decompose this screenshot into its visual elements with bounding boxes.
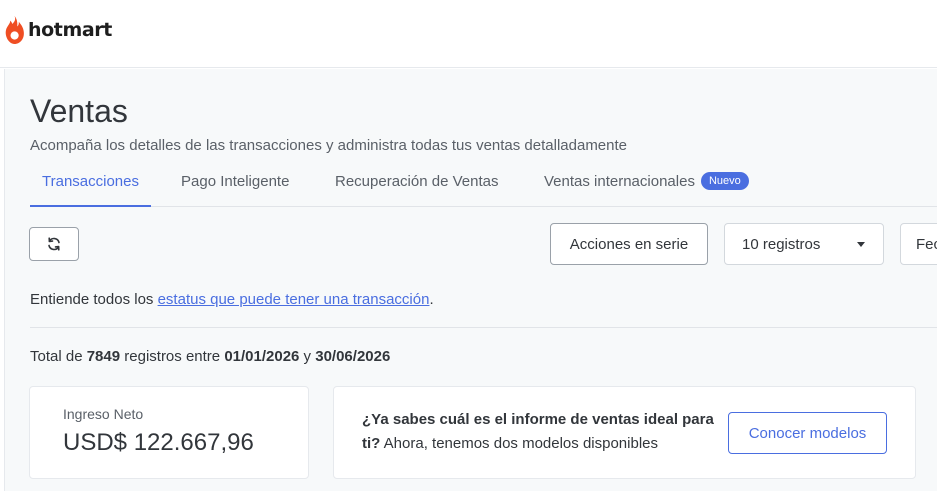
- tab-label: Ventas internacionales: [544, 173, 695, 190]
- status-info: Entiende todos los estatus que puede ten…: [30, 291, 434, 308]
- conocer-modelos-button[interactable]: Conocer modelos: [728, 412, 887, 454]
- status-info-prefix: Entiende todos los: [30, 291, 158, 308]
- page-subtitle: Acompaña los detalles de las transaccion…: [30, 137, 628, 154]
- refresh-button[interactable]: [29, 227, 79, 261]
- net-income-label: Ingreso Neto: [63, 406, 144, 422]
- totals-middle: registros entre: [120, 348, 225, 365]
- date-filter-button[interactable]: Fecha: [900, 223, 937, 265]
- date-from: 01/01/2026: [224, 348, 300, 365]
- tab-recuperacion-ventas[interactable]: Recuperación de Ventas: [323, 167, 510, 207]
- brand-name: hotmart: [28, 19, 112, 41]
- tab-ventas-internacionales[interactable]: Ventas internacionales Nuevo: [532, 167, 761, 207]
- tabs: Transacciones Pago Inteligente Recuperac…: [30, 167, 937, 207]
- records-per-page-select[interactable]: 10 registros: [724, 223, 884, 265]
- promo-text: ¿Ya sabes cuál es el informe de ventas i…: [362, 408, 732, 456]
- records-select-value: 10 registros: [742, 235, 821, 253]
- totals-prefix: Total de: [30, 348, 87, 365]
- report-models-card: ¿Ya sabes cuál es el informe de ventas i…: [333, 386, 916, 479]
- tab-label: Transacciones: [42, 173, 139, 190]
- page-title: Ventas: [30, 93, 128, 129]
- tab-label: Recuperación de Ventas: [335, 173, 499, 190]
- refresh-icon: [48, 237, 60, 251]
- new-badge: Nuevo: [700, 172, 749, 190]
- top-bar: hotmart: [0, 0, 937, 68]
- bulk-actions-button[interactable]: Acciones en serie: [550, 223, 708, 265]
- net-income-value: USD$ 122.667,96: [63, 429, 254, 456]
- date-to: 30/06/2026: [315, 348, 391, 365]
- caret-down-icon: [857, 242, 865, 247]
- status-info-link[interactable]: estatus que puede tener una transacción: [158, 291, 430, 308]
- totals-joiner: y: [299, 348, 316, 365]
- promo-description: Ahora, tenemos dos modelos disponibles: [380, 435, 658, 452]
- hotmart-logo[interactable]: hotmart: [4, 14, 112, 46]
- tab-pago-inteligente[interactable]: Pago Inteligente: [169, 167, 301, 207]
- tab-label: Pago Inteligente: [181, 173, 290, 190]
- total-records-count: 7849: [86, 348, 121, 365]
- tab-transacciones[interactable]: Transacciones: [30, 167, 151, 207]
- flame-icon: [5, 16, 24, 44]
- status-info-suffix: .: [429, 291, 434, 308]
- sales-panel: Ventas Acompaña los detalles de las tran…: [4, 69, 937, 491]
- divider: [30, 327, 937, 328]
- totals-summary: Total de 7849 registros entre 01/01/2026…: [30, 348, 390, 365]
- net-income-card: Ingreso Neto USD$ 122.667,96: [29, 386, 309, 479]
